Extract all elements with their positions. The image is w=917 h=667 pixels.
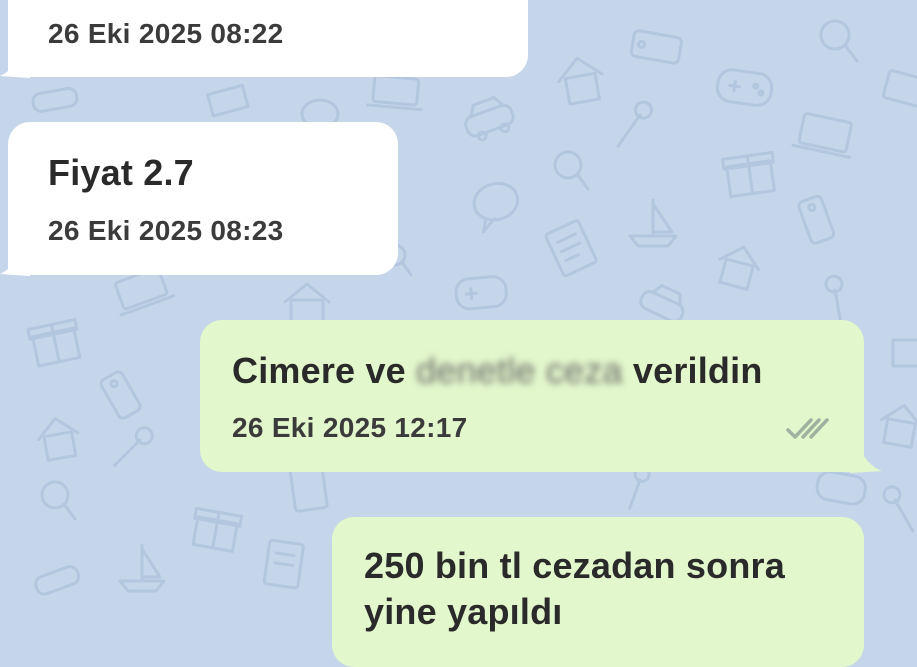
gift-doodle-icon [191, 506, 244, 553]
tag-doodle-icon [99, 370, 142, 420]
boat-doodle-icon [628, 198, 678, 248]
message-bubble-outgoing[interactable]: Cimere ve denetle ceza verildin 26 Eki 2… [200, 320, 864, 472]
wrench-doodle-icon [628, 465, 651, 510]
wrench-doodle-icon [113, 426, 154, 467]
message-timestamp: 26 Eki 2025 08:23 [48, 215, 284, 246]
document-doodle-icon [288, 464, 329, 513]
car-doodle-icon [464, 96, 515, 142]
wrench-doodle-icon [616, 100, 653, 148]
redacted-text: denetle ceza [416, 350, 623, 391]
tag-doodle-icon [797, 194, 836, 245]
message-text-part: Cimere ve [232, 350, 417, 391]
speech-doodle-icon [472, 181, 520, 234]
gift-doodle-icon [721, 150, 776, 199]
laptop-doodle-icon [881, 69, 917, 109]
message-text: Fiyat 2.7 [48, 152, 194, 193]
laptop-doodle-icon [365, 74, 423, 112]
magnifier-doodle-icon [553, 150, 590, 191]
message-bubble-incoming[interactable]: Fiyat 2.7 26 Eki 2025 08:23 [8, 122, 398, 275]
message-bubble-incoming[interactable]: 26 Eki 2025 08:22 [8, 0, 528, 77]
house-doodle-icon [880, 403, 917, 449]
house-doodle-icon [718, 245, 760, 291]
double-check-icon [786, 418, 829, 439]
gift-doodle-icon [206, 83, 250, 118]
document-doodle-icon [262, 538, 305, 590]
message-timestamp: 26 Eki 2025 08:22 [48, 18, 284, 49]
car-doodle-icon [31, 86, 79, 113]
tag-doodle-icon [629, 29, 683, 65]
magnifier-doodle-icon [40, 480, 77, 521]
gift-doodle-icon [26, 318, 82, 368]
gift-doodle-icon [891, 338, 917, 368]
gamepad-doodle-icon [454, 275, 508, 311]
gamepad-doodle-icon [715, 68, 774, 107]
message-text: Cimere ve denetle ceza verildin [232, 350, 763, 392]
message-bubble-outgoing[interactable]: 250 bin tl cezadan sonra yine yapıldı [332, 517, 864, 667]
message-text-part: verildin [622, 350, 763, 391]
car-doodle-icon [639, 283, 685, 323]
message-text-line2: yine yapıldı [364, 591, 563, 632]
gamepad-doodle-icon [815, 470, 867, 506]
document-doodle-icon [544, 219, 598, 278]
wrench-doodle-icon [882, 485, 915, 533]
car-doodle-icon [34, 565, 81, 596]
house-doodle-icon [36, 416, 80, 462]
magnifier-doodle-icon [819, 19, 859, 63]
message-timestamp: 26 Eki 2025 12:17 [232, 412, 468, 443]
boat-doodle-icon [118, 543, 166, 593]
chat-wallpaper [26, 6, 917, 596]
house-doodle-icon [283, 282, 331, 324]
message-text: 250 bin tl cezadan sonra [364, 545, 785, 586]
laptop-doodle-icon [791, 112, 853, 159]
house-doodle-icon [557, 56, 604, 106]
